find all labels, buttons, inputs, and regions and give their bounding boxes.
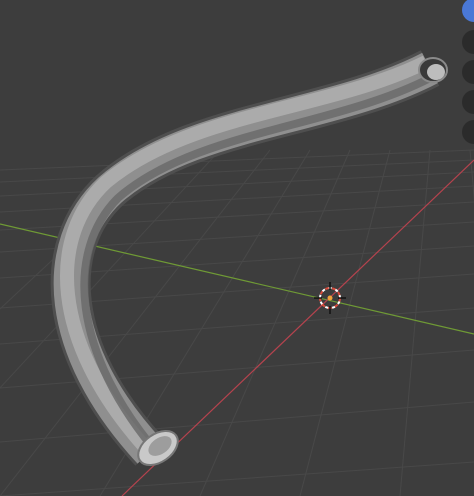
perspective-icon[interactable] [462, 120, 474, 144]
3d-viewport[interactable] [0, 0, 474, 496]
camera-icon[interactable] [462, 90, 474, 114]
pan-icon[interactable] [462, 60, 474, 84]
zoom-icon[interactable] [462, 30, 474, 54]
viewport-canvas[interactable] [0, 0, 474, 496]
curved-tube-object[interactable] [50, 50, 448, 472]
view-axis-icon[interactable] [462, 0, 474, 22]
navigation-gizmo [458, 0, 474, 150]
